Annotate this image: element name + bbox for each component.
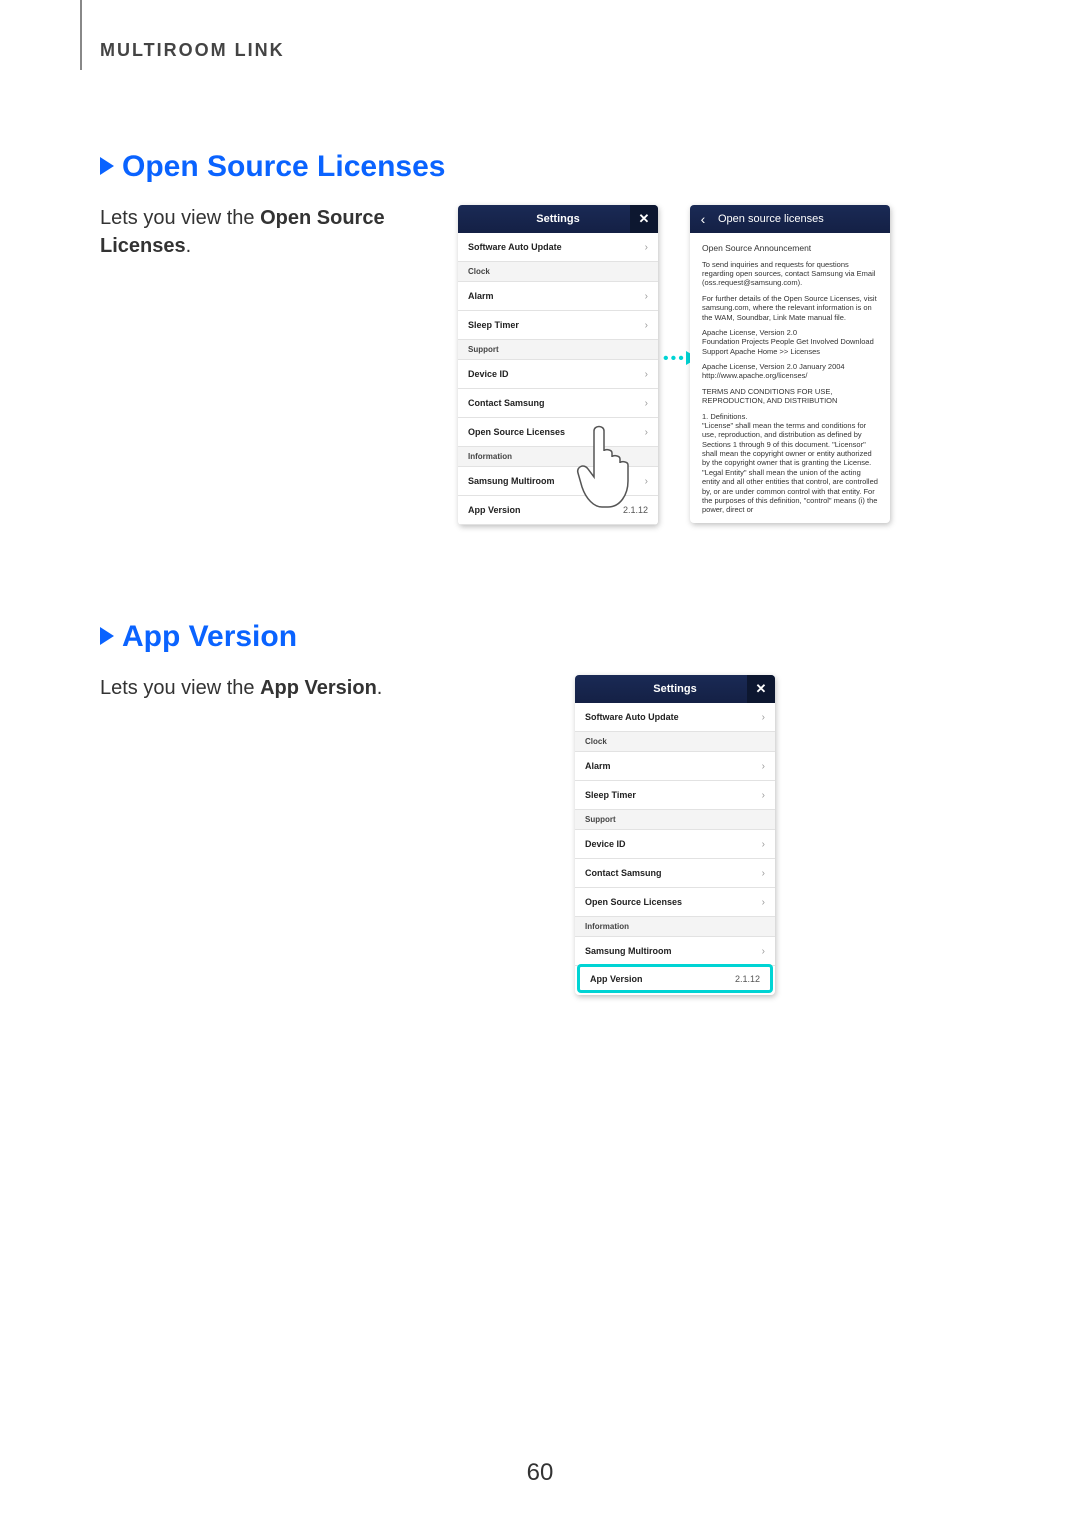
- settings-row-app-version: App Version 2.1.12: [458, 496, 658, 525]
- settings-row-sleep-timer[interactable]: Sleep Timer ›: [458, 311, 658, 340]
- license-text-body: Open Source Announcement To send inquiri…: [690, 233, 890, 523]
- row-label: Alarm: [468, 291, 494, 301]
- row-label: Contact Samsung: [468, 398, 545, 408]
- row-label: Sleep Timer: [585, 790, 636, 800]
- row-label: Software Auto Update: [585, 712, 679, 722]
- section-title: App Version: [100, 620, 1020, 654]
- row-label: Alarm: [585, 761, 611, 771]
- phone-header: ‹ Open source licenses: [690, 205, 890, 233]
- row-label: Software Auto Update: [468, 242, 562, 252]
- settings-row-device-id[interactable]: Device ID ›: [458, 360, 658, 389]
- settings-group-information: Information: [575, 917, 775, 937]
- license-para: For further details of the Open Source L…: [702, 294, 878, 322]
- settings-row-contact-samsung[interactable]: Contact Samsung ›: [575, 859, 775, 888]
- row-value: 2.1.12: [623, 505, 648, 515]
- settings-group-support: Support: [458, 340, 658, 360]
- header-divider: [80, 0, 82, 70]
- row-label: App Version: [590, 974, 643, 984]
- settings-row-software-auto-update[interactable]: Software Auto Update ›: [458, 233, 658, 262]
- settings-row-open-source-licenses[interactable]: Open Source Licenses ›: [458, 418, 658, 447]
- license-para: 1. Definitions. "License" shall mean the…: [702, 412, 878, 515]
- row-label: App Version: [468, 505, 521, 515]
- license-para: Apache License, Version 2.0 Foundation P…: [702, 328, 878, 356]
- close-icon[interactable]: ✕: [630, 205, 658, 233]
- settings-group-information: Information: [458, 447, 658, 467]
- chevron-right-icon: ›: [645, 427, 648, 438]
- row-label: Open Source Licenses: [468, 427, 565, 437]
- chevron-right-icon: ›: [762, 790, 765, 801]
- row-value: 2.1.12: [735, 974, 760, 984]
- settings-row-contact-samsung[interactable]: Contact Samsung ›: [458, 389, 658, 418]
- page-number: 60: [0, 1459, 1080, 1487]
- section-description: Lets you view the App Version.: [100, 674, 500, 702]
- chevron-right-icon: ›: [645, 291, 648, 302]
- settings-row-app-version-highlighted: App Version 2.1.12: [577, 964, 773, 993]
- chevron-right-icon: ›: [762, 946, 765, 957]
- section-title: Open Source Licenses: [100, 150, 1020, 184]
- close-icon[interactable]: ✕: [747, 675, 775, 703]
- chevron-right-icon: ›: [762, 897, 765, 908]
- phone-title: Open source licenses: [718, 213, 824, 225]
- row-label: Samsung Multiroom: [585, 946, 672, 956]
- phone-title: Settings: [653, 683, 696, 695]
- section-description: Lets you view the Open Source Licenses.: [100, 204, 440, 260]
- chevron-right-icon: ›: [645, 369, 648, 380]
- header-section-label: MULTIROOM LINK: [100, 40, 285, 61]
- settings-row-samsung-multiroom[interactable]: Samsung Multiroom ›: [575, 937, 775, 966]
- chevron-right-icon: ›: [645, 320, 648, 331]
- settings-phone-mock: Settings ✕ Software Auto Update › Clock A…: [575, 675, 775, 995]
- row-label: Contact Samsung: [585, 868, 662, 878]
- desc-text: .: [377, 677, 383, 699]
- chevron-right-icon: ›: [645, 398, 648, 409]
- desc-text: Lets you view the: [100, 207, 260, 229]
- section-open-source-licenses: Open Source Licenses Lets you view the O…: [100, 150, 1020, 260]
- chevron-right-icon: ›: [645, 476, 648, 487]
- section-title-text: App Version: [122, 620, 297, 653]
- triangle-bullet-icon: [100, 157, 114, 175]
- settings-row-sleep-timer[interactable]: Sleep Timer ›: [575, 781, 775, 810]
- chevron-right-icon: ›: [645, 242, 648, 253]
- desc-text: .: [186, 235, 192, 257]
- settings-row-alarm[interactable]: Alarm ›: [458, 282, 658, 311]
- settings-row-device-id[interactable]: Device ID ›: [575, 830, 775, 859]
- row-label: Sleep Timer: [468, 320, 519, 330]
- settings-row-alarm[interactable]: Alarm ›: [575, 752, 775, 781]
- row-label: Device ID: [468, 369, 509, 379]
- settings-phone-mock: Settings ✕ Software Auto Update › Clock A…: [458, 205, 658, 525]
- settings-row-samsung-multiroom[interactable]: Samsung Multiroom ›: [458, 467, 658, 496]
- license-phone-mock: ‹ Open source licenses Open Source Annou…: [690, 205, 890, 523]
- license-para: To send inquiries and requests for quest…: [702, 260, 878, 288]
- chevron-right-icon: ›: [762, 761, 765, 772]
- license-announcement: Open Source Announcement: [702, 243, 878, 254]
- triangle-bullet-icon: [100, 627, 114, 645]
- desc-text: Lets you view the: [100, 677, 260, 699]
- settings-group-support: Support: [575, 810, 775, 830]
- phone-header: Settings ✕: [458, 205, 658, 233]
- settings-group-clock: Clock: [458, 262, 658, 282]
- phone-header: Settings ✕: [575, 675, 775, 703]
- settings-row-open-source-licenses[interactable]: Open Source Licenses ›: [575, 888, 775, 917]
- settings-group-clock: Clock: [575, 732, 775, 752]
- chevron-right-icon: ›: [762, 868, 765, 879]
- phone-title: Settings: [536, 213, 579, 225]
- section-title-text: Open Source Licenses: [122, 150, 445, 183]
- row-label: Samsung Multiroom: [468, 476, 555, 486]
- chevron-right-icon: ›: [762, 839, 765, 850]
- back-icon[interactable]: ‹: [690, 205, 716, 233]
- row-label: Device ID: [585, 839, 626, 849]
- license-para: Apache License, Version 2.0 January 2004…: [702, 362, 878, 381]
- row-label: Open Source Licenses: [585, 897, 682, 907]
- section-app-version: App Version Lets you view the App Versio…: [100, 620, 1020, 702]
- desc-bold: App Version: [260, 677, 377, 699]
- settings-row-software-auto-update[interactable]: Software Auto Update ›: [575, 703, 775, 732]
- chevron-right-icon: ›: [762, 712, 765, 723]
- license-para: TERMS AND CONDITIONS FOR USE, REPRODUCTI…: [702, 387, 878, 406]
